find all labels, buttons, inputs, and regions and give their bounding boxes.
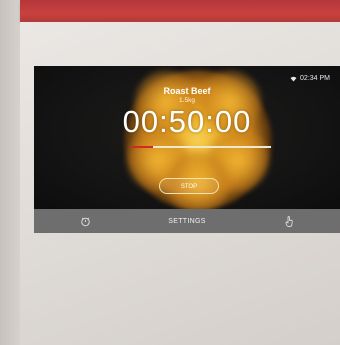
stop-button[interactable]: STOP bbox=[159, 178, 219, 194]
hand-icon bbox=[285, 215, 293, 227]
status-time: 02:34 PM bbox=[300, 75, 330, 82]
wifi-icon bbox=[290, 76, 297, 81]
appliance-background: 02:34 PM Roast Beef 1.5kg 00:50:00 STOP … bbox=[0, 0, 340, 345]
settings-label: SETTINGS bbox=[168, 217, 206, 225]
countdown-timer: 00:50:00 bbox=[122, 104, 252, 139]
settings-button[interactable]: SETTINGS bbox=[136, 209, 238, 233]
cooking-progress-bar bbox=[131, 146, 271, 148]
touch-button[interactable] bbox=[238, 209, 340, 233]
bottom-navigation-bar: SETTINGS bbox=[34, 209, 340, 233]
cooking-progress-fill bbox=[131, 146, 154, 148]
status-bar: 02:34 PM bbox=[290, 75, 330, 82]
oven-touchscreen: 02:34 PM Roast Beef 1.5kg 00:50:00 STOP … bbox=[34, 66, 340, 233]
recipe-weight: 1.5kg bbox=[179, 97, 195, 104]
appliance-red-trim bbox=[20, 0, 340, 22]
timer-button[interactable] bbox=[34, 209, 136, 233]
appliance-side-edge bbox=[0, 0, 20, 345]
timer-icon bbox=[80, 217, 90, 226]
timer-display-area: 02:34 PM Roast Beef 1.5kg 00:50:00 STOP bbox=[34, 66, 340, 209]
recipe-title: Roast Beef bbox=[163, 86, 211, 96]
